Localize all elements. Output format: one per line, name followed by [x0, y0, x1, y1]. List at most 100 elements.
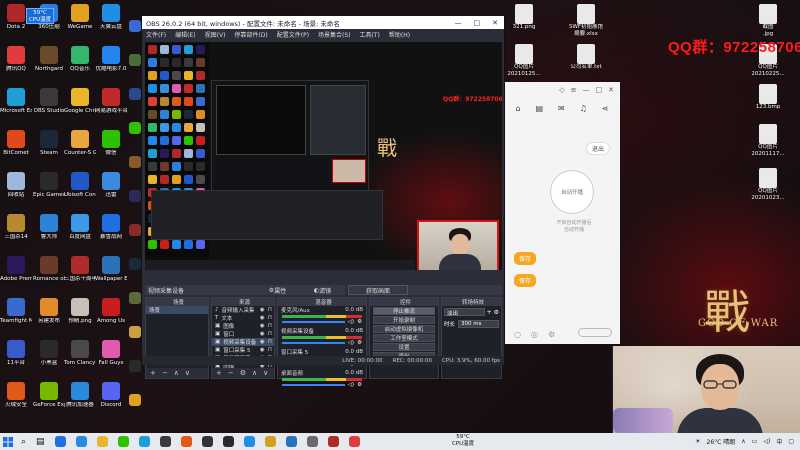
desktop-icon[interactable]: Teamfight Manager [0, 298, 32, 325]
taskbar-app-icon[interactable] [75, 436, 87, 447]
add-scene-icon[interactable]: + [150, 369, 156, 377]
visibility-icon[interactable]: ◉ [260, 323, 265, 329]
desktop-icon[interactable] [128, 224, 142, 236]
desktop-icon[interactable] [128, 190, 142, 202]
mute-icon[interactable]: ◁) [348, 319, 354, 325]
menu-view[interactable]: 视图(V) [205, 30, 226, 39]
obs-close-icon[interactable]: ✕ [492, 19, 498, 27]
ime-icon[interactable]: 中 [776, 437, 782, 446]
close-icon[interactable]: ✕ [608, 86, 614, 94]
taskbar-app-icon[interactable] [348, 436, 360, 447]
lock-icon[interactable]: ⊓ [268, 339, 274, 345]
lock-icon[interactable]: ⊓ [268, 323, 274, 329]
desktop-icon[interactable]: 百度网盘 [64, 214, 96, 241]
desktop-icon[interactable]: 优酷电影7.0 [95, 46, 127, 73]
desktop-icon[interactable]: 微信 [95, 130, 127, 157]
desktop-icon[interactable] [128, 88, 142, 100]
taskbar-app-icon[interactable] [327, 436, 339, 447]
obs-preview-canvas[interactable]: 戰 QQ群：972258706 [145, 42, 502, 270]
desktop-file-icon[interactable]: 123.bmp [748, 84, 788, 111]
volume-slider[interactable] [282, 342, 345, 344]
desktop-icon[interactable]: 鲁大师 [33, 214, 65, 241]
scene-item[interactable]: 场景 [146, 306, 208, 314]
taskbar-app-icon[interactable] [54, 436, 66, 447]
settings-icon[interactable]: ⚙ [548, 330, 555, 339]
desktop-icon[interactable]: 预精.png [64, 298, 96, 325]
grab-frame-button[interactable]: 获取画面 [348, 285, 408, 295]
start-recording-button[interactable]: 开始录制 [373, 316, 435, 324]
desktop-icon[interactable]: 火绒安全 [0, 382, 32, 409]
desktop-file-icon[interactable]: 截图 .jpg [748, 4, 788, 37]
desktop-icon[interactable]: Fall Guys [95, 340, 127, 367]
exit-button[interactable]: 退出 [586, 142, 611, 155]
tray-chevron-icon[interactable]: ∧ [741, 438, 745, 445]
visibility-icon[interactable]: ◉ [260, 331, 265, 337]
desktop-icon[interactable] [128, 258, 142, 270]
task-view-icon[interactable]: ▤ [36, 437, 45, 447]
start-button[interactable] [0, 433, 16, 450]
desktop-file-icon[interactable]: QQ图片 20201023... [748, 168, 788, 201]
source-item[interactable]: ♪ 音频输入采集 ◉ ⊓ [212, 306, 274, 314]
lock-icon[interactable]: ⊓ [268, 331, 274, 337]
taskbar-app-icon[interactable] [306, 436, 318, 447]
visibility-icon[interactable]: ◉ [260, 315, 265, 321]
desktop-icon[interactable] [128, 394, 142, 406]
auto-start-toggle[interactable]: 自动开播 [550, 170, 594, 214]
channel-settings-icon[interactable]: ⚙ [357, 382, 362, 388]
desktop-icon[interactable]: Ubisoft Connect [64, 172, 96, 199]
taskbar-app-icon[interactable] [96, 436, 108, 447]
gift-icon[interactable]: ✉ [558, 104, 565, 113]
visibility-icon[interactable]: ◉ [260, 307, 265, 313]
source-item[interactable]: ▣ 视频采集设备 ◉ ⊓ [212, 338, 274, 346]
obs-minimize-icon[interactable]: — [455, 19, 462, 27]
bell-icon[interactable]: ♫ [580, 104, 587, 113]
volume-slider[interactable] [282, 321, 345, 323]
assistant-switch[interactable] [578, 328, 612, 337]
desktop-icon[interactable]: GeForce Experience [33, 382, 65, 409]
search-icon[interactable]: ⌕ [21, 437, 26, 447]
start-virtual-camera-button[interactable]: 启动虚拟摄像机 [373, 325, 435, 333]
desktop-icon[interactable] [128, 360, 142, 372]
share-icon[interactable]: ⋖ [602, 104, 609, 113]
mute-icon[interactable]: ◁) [348, 382, 354, 388]
desktop-file-icon[interactable]: 321.png [504, 4, 544, 31]
menu-help[interactable]: 帮助(H) [389, 30, 410, 39]
taskbar-app-icon[interactable] [285, 436, 297, 447]
source-item[interactable]: T 文本 ◉ ⊓ [212, 314, 274, 322]
taskbar-app-icon[interactable] [222, 436, 234, 447]
menu-tools[interactable]: 工具(T) [360, 30, 380, 39]
stop-streaming-button[interactable]: 停止推流 [373, 307, 435, 315]
desktop-icon[interactable] [128, 156, 142, 168]
transition-settings-icon[interactable]: ⚙ [494, 309, 499, 316]
desktop-file-icon[interactable]: 公司名单.txt [566, 44, 606, 71]
desktop-icon[interactable]: 三国杀14 [0, 214, 32, 241]
desktop-icon[interactable]: Google Chrome [64, 88, 96, 115]
maximize-icon[interactable]: □ [596, 86, 603, 94]
desktop-icon[interactable]: 腾讯QQ [0, 46, 32, 73]
chat-icon[interactable]: ○ [514, 330, 521, 339]
mute-icon[interactable]: ◁) [348, 340, 354, 346]
desktop-icon[interactable] [128, 54, 142, 66]
visibility-icon[interactable]: ◉ [260, 339, 265, 345]
save-button-1[interactable]: 保存 [514, 252, 537, 265]
minimize-icon[interactable]: — [583, 86, 590, 94]
menu-scene-collection[interactable]: 场景集合(S) [318, 30, 351, 39]
desktop-icon[interactable]: 网易游戏平台 [95, 88, 127, 115]
desktop-icon[interactable]: 迅雷 [95, 172, 127, 199]
desktop-icon[interactable]: 暴雪战网 [95, 214, 127, 241]
weather-text[interactable]: 26°C 晴朗 [707, 437, 736, 446]
taskbar-app-icon[interactable] [264, 436, 276, 447]
move-up-icon[interactable]: ∧ [174, 369, 179, 377]
properties-button[interactable]: ⚙ 属性 [255, 285, 300, 295]
taskbar-app-icon[interactable] [243, 436, 255, 447]
taskbar-app-icon[interactable] [138, 436, 150, 447]
volume-icon[interactable]: ◁) [763, 438, 770, 445]
lock-icon[interactable]: ⊓ [268, 315, 274, 321]
desktop-icon[interactable]: Steam [33, 130, 65, 157]
studio-mode-button[interactable]: 工作室模式 [373, 334, 435, 342]
network-icon[interactable]: ▭ [752, 438, 758, 445]
remove-scene-icon[interactable]: − [162, 369, 168, 377]
desktop-icon[interactable]: Tom Clancy's [64, 340, 96, 367]
remove-source-icon[interactable]: − [228, 369, 234, 377]
menu-profile[interactable]: 配置文件(P) [277, 30, 309, 39]
